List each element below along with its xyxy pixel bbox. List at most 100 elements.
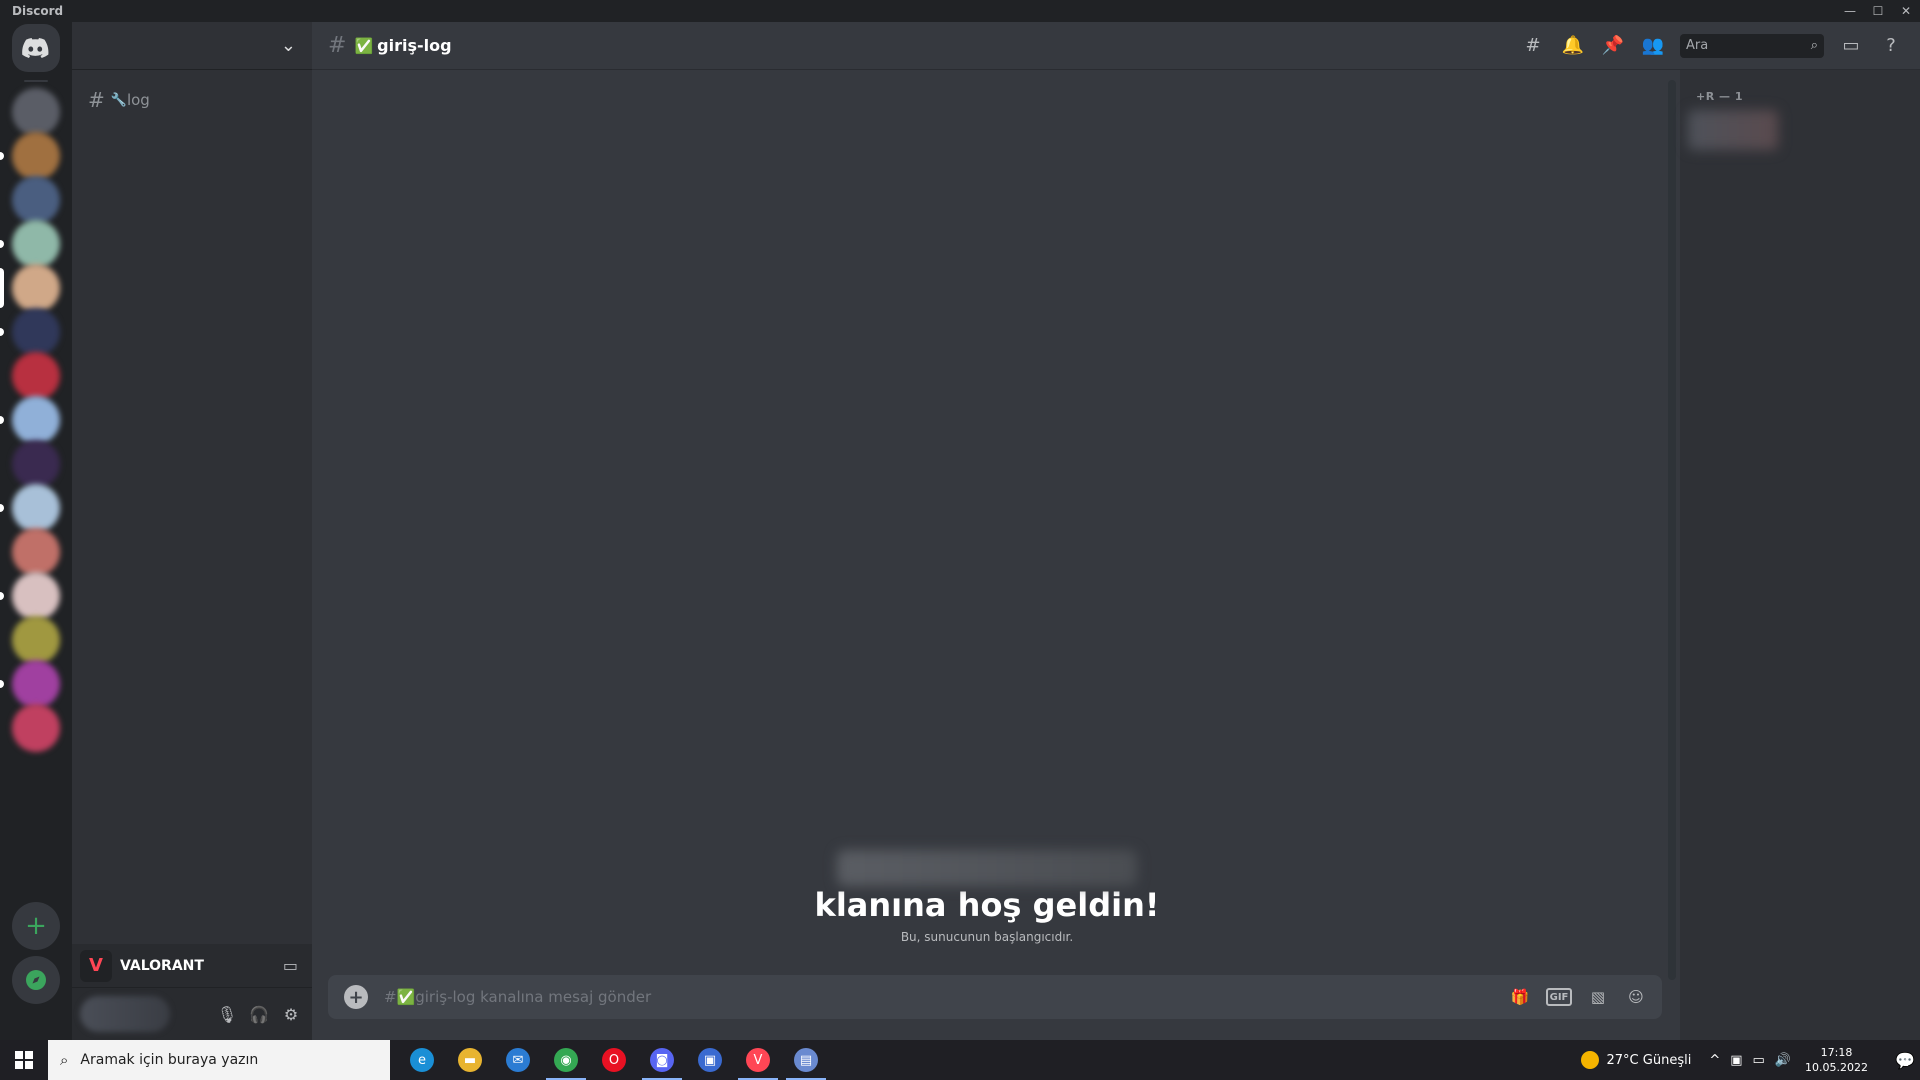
members-icon[interactable]: 👥 bbox=[1640, 33, 1666, 59]
meet-icon[interactable]: ▣ bbox=[1730, 1053, 1742, 1068]
taskbar-search-placeholder: Aramak için buraya yazın bbox=[80, 1052, 259, 1068]
taskbar-app-edge[interactable]: e bbox=[398, 1040, 446, 1080]
server-icon[interactable] bbox=[12, 572, 60, 620]
valorant-icon: V bbox=[746, 1048, 770, 1072]
server-icon[interactable] bbox=[12, 88, 60, 136]
mail-icon: ✉ bbox=[506, 1048, 530, 1072]
channel-emoji: 🔧 bbox=[110, 92, 127, 108]
headset-icon[interactable]: 🎧 bbox=[248, 1003, 270, 1025]
explore-servers-button[interactable] bbox=[12, 956, 60, 1004]
avatar[interactable] bbox=[80, 996, 170, 1032]
channel-header: # ✅ giriş-log # 🔔 📌 👥 ⌕ ▭ ? bbox=[312, 22, 1920, 70]
taskbar-app-opera[interactable]: O bbox=[590, 1040, 638, 1080]
notification-center-button[interactable]: 💬 2 bbox=[1884, 1040, 1920, 1080]
bell-icon[interactable]: 🔔 bbox=[1560, 33, 1586, 59]
welcome-subtitle: Bu, sunucunun başlangıcıdır. bbox=[900, 930, 1074, 944]
screen-share-icon[interactable]: ▭ bbox=[283, 956, 298, 975]
inbox-icon[interactable]: ▭ bbox=[1838, 33, 1864, 59]
member-item[interactable] bbox=[1688, 110, 1778, 150]
app-9-icon: ▤ bbox=[794, 1048, 818, 1072]
composer-buttons: 🎁 GIF ▧ ☺ bbox=[1508, 985, 1648, 1009]
minimize-button[interactable]: — bbox=[1836, 0, 1864, 22]
server-icon[interactable] bbox=[12, 484, 60, 532]
edge-icon: e bbox=[410, 1048, 434, 1072]
gear-icon[interactable]: ⚙ bbox=[280, 1003, 302, 1025]
taskbar-app-app-7[interactable]: ▣ bbox=[686, 1040, 734, 1080]
search-input[interactable] bbox=[1686, 38, 1796, 53]
server-icon[interactable] bbox=[12, 660, 60, 708]
channel-sidebar: ⌄ # 🔧 log V VALORANT ▭ 🎙 🎧 ⚙ bbox=[72, 22, 312, 1040]
server-icon[interactable] bbox=[12, 616, 60, 664]
search-box[interactable]: ⌕ bbox=[1680, 33, 1824, 58]
gift-icon[interactable]: 🎁 bbox=[1508, 985, 1532, 1009]
help-icon[interactable]: ? bbox=[1878, 33, 1904, 59]
server-icon[interactable] bbox=[12, 440, 60, 488]
app-7-icon: ▣ bbox=[698, 1048, 722, 1072]
taskbar-app-explorer[interactable]: ▬ bbox=[446, 1040, 494, 1080]
message-input[interactable] bbox=[384, 988, 1662, 1006]
server-icon[interactable] bbox=[12, 308, 60, 356]
welcome-message: klanına hoş geldin! Bu, sunucunun başlan… bbox=[312, 850, 1662, 944]
server-icon[interactable] bbox=[12, 396, 60, 444]
hash-icon: # bbox=[328, 33, 347, 58]
active-server-indicator bbox=[0, 268, 4, 308]
window-titlebar: Discord — ☐ ✕ bbox=[0, 0, 1920, 22]
activity-panel: V VALORANT ▭ bbox=[72, 944, 312, 988]
gif-button[interactable]: GIF bbox=[1546, 988, 1572, 1006]
channel-item-log[interactable]: # 🔧 log bbox=[80, 84, 304, 116]
clock-time: 17:18 bbox=[1820, 1046, 1853, 1059]
close-button[interactable]: ✕ bbox=[1892, 0, 1920, 22]
chat-scrollbar[interactable] bbox=[1668, 80, 1676, 980]
server-icon[interactable] bbox=[12, 264, 60, 312]
tray-icons: ^ ▣ ▭ 🔊 bbox=[1709, 1053, 1791, 1068]
notification-count: 2 bbox=[1903, 1059, 1909, 1069]
welcome-title: klanına hoş geldin! bbox=[814, 886, 1160, 924]
add-server-button[interactable]: + bbox=[12, 902, 60, 950]
role-header: +R — 1 bbox=[1696, 90, 1743, 103]
network-icon[interactable]: ▭ bbox=[1753, 1053, 1765, 1068]
volume-icon[interactable]: 🔊 bbox=[1775, 1053, 1791, 1068]
server-icon[interactable] bbox=[12, 704, 60, 752]
hash-icon: # bbox=[88, 88, 105, 112]
server-icon[interactable] bbox=[12, 176, 60, 224]
valorant-logo-icon: V bbox=[80, 949, 112, 982]
search-icon: ⌕ bbox=[1810, 38, 1818, 53]
upload-plus-button[interactable]: + bbox=[344, 985, 368, 1009]
server-icon[interactable] bbox=[12, 352, 60, 400]
window-title: Discord bbox=[12, 4, 64, 18]
weather-widget[interactable]: 27°C Güneşli bbox=[1580, 1051, 1691, 1069]
taskbar-app-app-9[interactable]: ▤ bbox=[782, 1040, 830, 1080]
clock[interactable]: 17:18 10.05.2022 bbox=[1805, 1045, 1868, 1075]
taskbar-app-chrome[interactable]: ◉ bbox=[542, 1040, 590, 1080]
explorer-icon: ▬ bbox=[458, 1048, 482, 1072]
sticker-icon[interactable]: ▧ bbox=[1586, 985, 1610, 1009]
home-button[interactable] bbox=[12, 24, 60, 72]
unread-indicator bbox=[0, 416, 4, 424]
unread-indicator bbox=[0, 152, 4, 160]
microphone-icon[interactable]: 🎙 bbox=[216, 1003, 238, 1025]
taskbar-search[interactable]: ⌕ Aramak için buraya yazın bbox=[48, 1040, 390, 1080]
member-list: +R — 1 bbox=[1680, 70, 1920, 1040]
chevron-down-icon[interactable]: ⌄ bbox=[281, 35, 296, 56]
taskbar-app-valorant[interactable]: V bbox=[734, 1040, 782, 1080]
opera-icon: O bbox=[602, 1048, 626, 1072]
threads-icon[interactable]: # bbox=[1520, 33, 1546, 59]
server-icon[interactable] bbox=[12, 528, 60, 576]
channel-name: log bbox=[126, 91, 150, 109]
maximize-button[interactable]: ☐ bbox=[1864, 0, 1892, 22]
user-controls: 🎙 🎧 ⚙ bbox=[216, 1003, 302, 1025]
chevron-up-icon[interactable]: ^ bbox=[1709, 1053, 1720, 1068]
windows-logo-icon bbox=[15, 1051, 33, 1069]
search-icon: ⌕ bbox=[60, 1051, 69, 1069]
taskbar-app-discord[interactable]: ◙ bbox=[638, 1040, 686, 1080]
chat-area: # ✅ giriş-log # 🔔 📌 👥 ⌕ ▭ ? klanına hoş … bbox=[312, 22, 1920, 1040]
unread-indicator bbox=[0, 240, 4, 248]
server-icon[interactable] bbox=[12, 132, 60, 180]
pin-icon[interactable]: 📌 bbox=[1600, 33, 1626, 59]
sun-icon bbox=[1580, 1051, 1599, 1069]
server-icon[interactable] bbox=[12, 220, 60, 268]
server-header[interactable]: ⌄ bbox=[72, 22, 312, 70]
emoji-icon[interactable]: ☺ bbox=[1624, 985, 1648, 1009]
taskbar-app-mail[interactable]: ✉ bbox=[494, 1040, 542, 1080]
start-button[interactable] bbox=[0, 1040, 48, 1080]
